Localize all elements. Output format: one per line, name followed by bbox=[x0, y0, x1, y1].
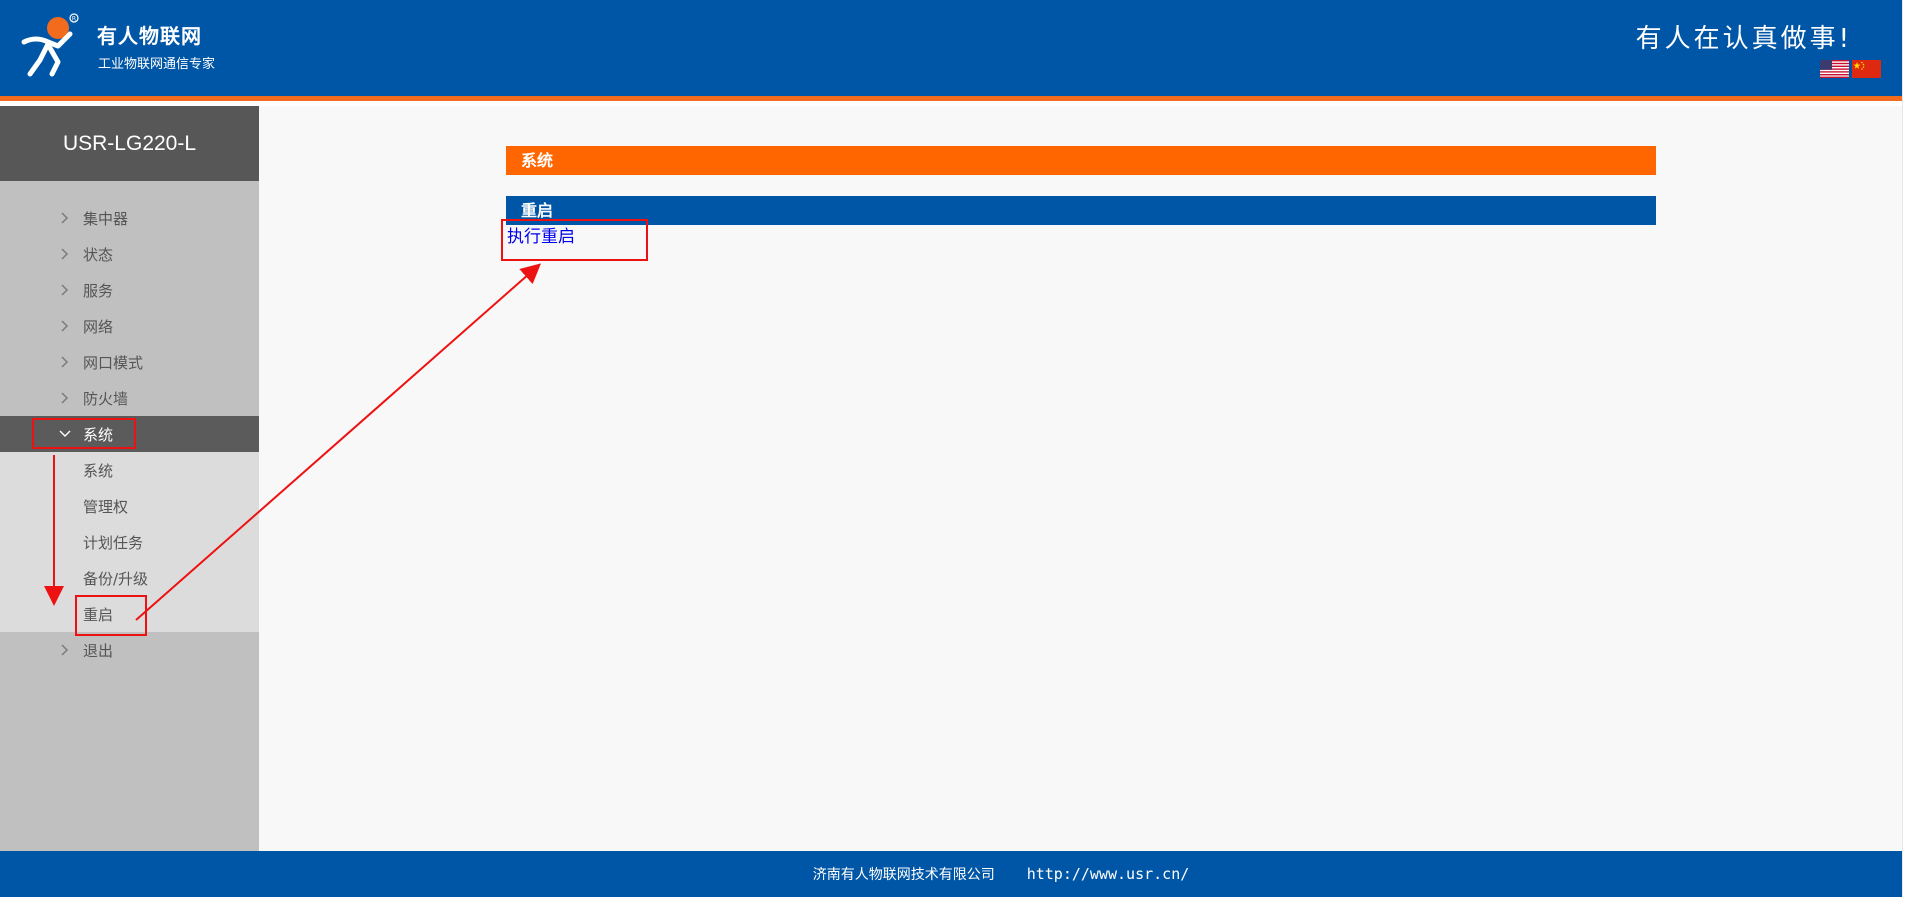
chevron-right-icon bbox=[58, 247, 72, 261]
subitem-admin[interactable]: 管理权 bbox=[0, 488, 259, 524]
sidebar-item-label: 服务 bbox=[83, 281, 114, 300]
footer-url[interactable]: http://www.usr.cn/ bbox=[1027, 865, 1190, 883]
system-submenu: 系统 管理权 计划任务 备份/升级 重启 bbox=[0, 452, 259, 632]
subitem-system[interactable]: 系统 bbox=[0, 452, 259, 488]
subitem-scheduled-tasks[interactable]: 计划任务 bbox=[0, 524, 259, 560]
slogan: 有人在认真做事! bbox=[1635, 24, 1852, 54]
main-content: 系统 重启 执行重启 bbox=[259, 106, 1902, 851]
sidebar-item-system[interactable]: 系统 bbox=[0, 416, 259, 452]
sidebar-item-label: 系统 bbox=[83, 425, 114, 444]
subitem-reboot[interactable]: 重启 bbox=[0, 596, 259, 632]
sidebar-item-label: 状态 bbox=[83, 245, 114, 264]
sidebar: USR-LG220-L 集中器 状态 服务 网络 网口模式 防火墙 系统 系统 … bbox=[0, 106, 259, 851]
chevron-right-icon bbox=[58, 391, 72, 405]
scrollbar-track[interactable] bbox=[1902, 0, 1918, 897]
chevron-right-icon bbox=[58, 283, 72, 297]
svg-text:R: R bbox=[72, 16, 76, 23]
sidebar-item-logout[interactable]: 退出 bbox=[0, 632, 259, 668]
sidebar-item-label: 网口模式 bbox=[83, 353, 144, 372]
perform-reboot-link[interactable]: 执行重启 bbox=[507, 222, 575, 247]
sidebar-item-label: 集中器 bbox=[83, 209, 129, 228]
sidebar-item-services[interactable]: 服务 bbox=[0, 272, 259, 308]
cn-flag-icon[interactable] bbox=[1852, 60, 1881, 78]
brand-tagline: 工业物联网通信专家 bbox=[98, 57, 216, 72]
panel-title: 重启 bbox=[506, 196, 1656, 225]
device-name: USR-LG220-L bbox=[0, 106, 259, 181]
chevron-right-icon bbox=[58, 355, 72, 369]
usr-logo-icon: R bbox=[21, 13, 79, 77]
footer: 济南有人物联网技术有限公司 http://www.usr.cn/ bbox=[0, 851, 1902, 897]
sidebar-item-firewall[interactable]: 防火墙 bbox=[0, 380, 259, 416]
sidebar-item-label: 退出 bbox=[83, 641, 114, 660]
sidebar-menu: 集中器 状态 服务 网络 网口模式 防火墙 系统 系统 管理权 计划任务 备份/… bbox=[0, 181, 259, 668]
sidebar-item-status[interactable]: 状态 bbox=[0, 236, 259, 272]
footer-company: 济南有人物联网技术有限公司 bbox=[812, 867, 995, 883]
sidebar-item-network[interactable]: 网络 bbox=[0, 308, 259, 344]
brand-name: 有人物联网 bbox=[97, 24, 202, 48]
page: R 有人物联网 工业物联网通信专家 有人在认真做事! USR-LG220-L 集… bbox=[0, 0, 1918, 897]
subitem-backup-upgrade[interactable]: 备份/升级 bbox=[0, 560, 259, 596]
chevron-right-icon bbox=[58, 211, 72, 225]
sidebar-item-label: 防火墙 bbox=[83, 389, 129, 408]
sidebar-item-concentrator[interactable]: 集中器 bbox=[0, 200, 259, 236]
sidebar-item-label: 网络 bbox=[83, 317, 114, 336]
section-title: 系统 bbox=[506, 146, 1656, 175]
chevron-right-icon bbox=[58, 319, 72, 333]
us-flag-icon[interactable] bbox=[1820, 60, 1849, 78]
chevron-down-icon bbox=[58, 427, 72, 441]
sidebar-item-port-mode[interactable]: 网口模式 bbox=[0, 344, 259, 380]
chevron-right-icon bbox=[58, 643, 72, 657]
header: R 有人物联网 工业物联网通信专家 有人在认真做事! bbox=[0, 0, 1902, 101]
